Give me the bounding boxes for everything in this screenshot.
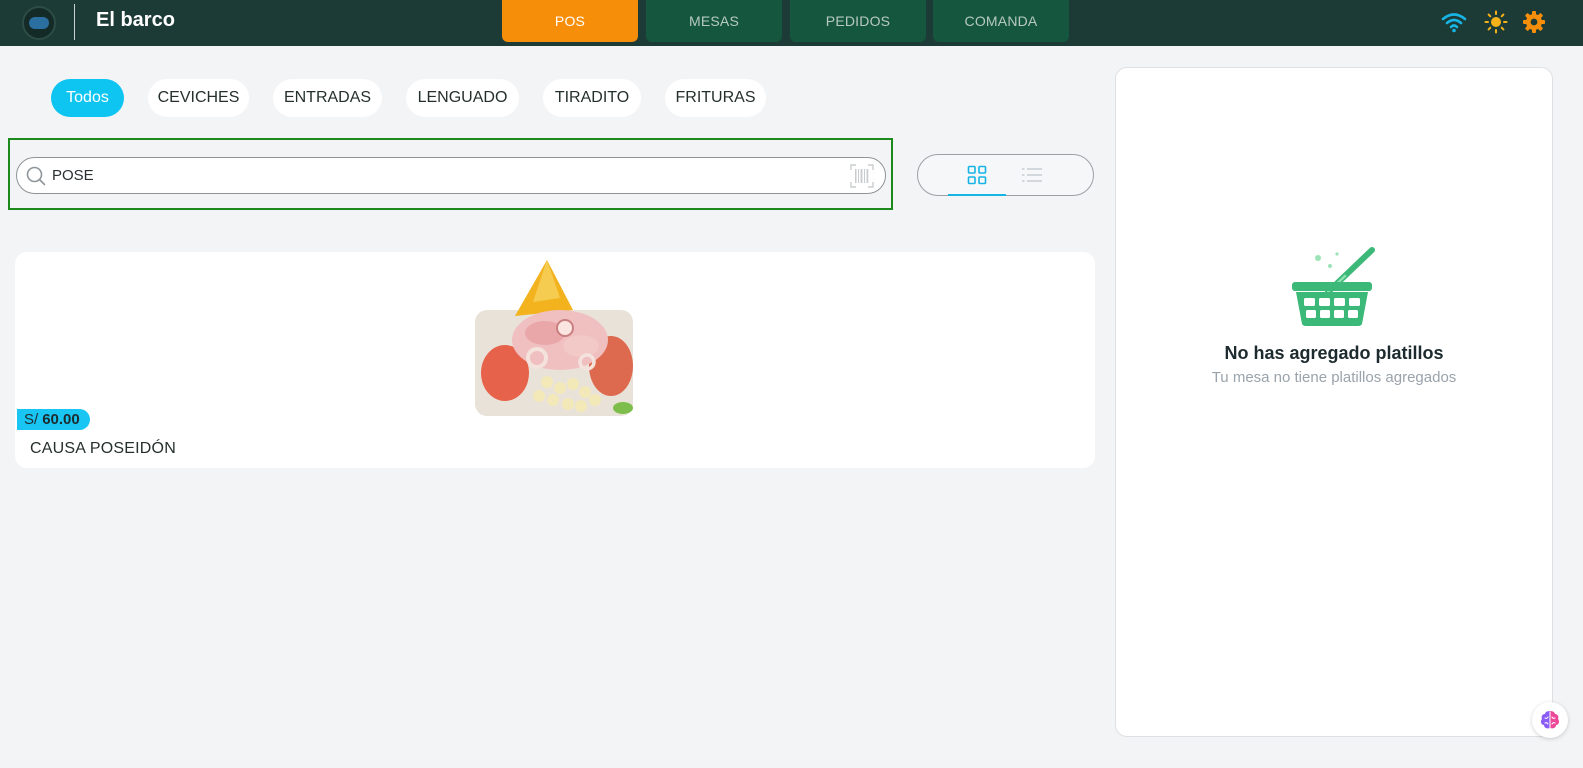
tab-comanda[interactable]: COMANDA	[933, 0, 1069, 42]
list-view-button[interactable]	[1008, 156, 1056, 194]
basket-icon	[1290, 244, 1376, 330]
search-icon	[26, 166, 46, 186]
price-amount: 60.00	[42, 411, 80, 428]
list-icon	[1022, 168, 1042, 182]
sun-icon[interactable]	[1483, 9, 1509, 35]
price-badge: S/ 60.00	[17, 409, 90, 430]
product-name: CAUSA POSEIDÓN	[30, 440, 176, 457]
price-currency: S/	[24, 411, 39, 428]
seafood-dish-image[interactable]	[475, 258, 635, 418]
wifi-icon[interactable]	[1441, 9, 1467, 35]
brain-icon[interactable]	[1532, 702, 1568, 738]
category-lenguado[interactable]: LENGUADO	[406, 79, 519, 117]
gear-icon[interactable]	[1521, 9, 1547, 35]
top-navigation-bar: El barco POS MESAS PEDIDOS COMANDA	[0, 0, 1583, 46]
grid-view-button[interactable]	[948, 156, 1006, 196]
barcode-icon[interactable]	[850, 164, 874, 188]
empty-cart-title: No has agregado platillos	[1224, 343, 1444, 363]
grid-icon	[967, 165, 987, 185]
tab-pos[interactable]: POS	[502, 0, 638, 42]
search-input[interactable]	[52, 162, 832, 189]
tab-mesas[interactable]: MESAS	[646, 0, 782, 42]
tab-pedidos[interactable]: PEDIDOS	[790, 0, 926, 42]
category-ceviches[interactable]: CEVICHES	[148, 79, 249, 117]
cart-panel	[1115, 67, 1553, 737]
category-todos[interactable]: Todos	[51, 79, 124, 117]
logo-mark	[29, 17, 49, 29]
restaurant-name: El barco	[96, 9, 175, 31]
category-entradas[interactable]: ENTRADAS	[273, 79, 382, 117]
category-frituras[interactable]: FRITURAS	[665, 79, 766, 117]
restaurant-logo[interactable]	[22, 6, 56, 40]
empty-cart-subtitle: Tu mesa no tiene platillos agregados	[1211, 369, 1457, 386]
brand-divider	[74, 4, 75, 40]
category-tiradito[interactable]: TIRADITO	[543, 79, 641, 117]
